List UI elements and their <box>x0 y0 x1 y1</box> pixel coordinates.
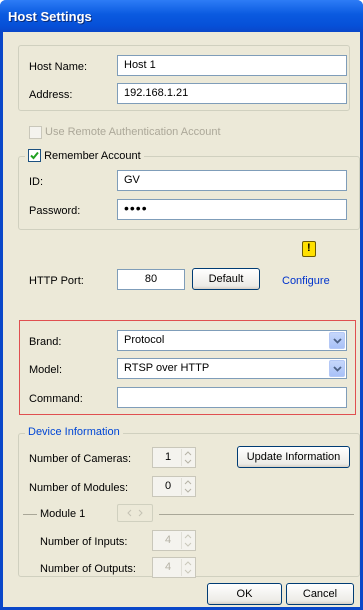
host-name-label: Host Name: <box>29 61 88 73</box>
modules-spin-arrows[interactable] <box>181 478 194 495</box>
inputs-value: 4 <box>164 534 172 546</box>
cancel-button[interactable]: Cancel <box>286 583 354 605</box>
use-remote-auth-checkbox[interactable] <box>29 126 42 139</box>
default-button[interactable]: Default <box>192 268 260 290</box>
spin-arrows-icon <box>184 480 192 493</box>
command-input[interactable] <box>117 387 347 408</box>
remember-account-legend: Remember Account <box>25 149 144 162</box>
outputs-value: 4 <box>164 561 172 573</box>
outputs-spin-arrows[interactable] <box>181 559 194 576</box>
brand-label: Brand: <box>29 336 62 348</box>
spin-arrows-icon <box>184 561 192 574</box>
module-name: Module 1 <box>40 508 86 520</box>
password-label: Password: <box>29 205 81 217</box>
id-input[interactable]: GV <box>117 170 347 191</box>
model-dropdown-arrow[interactable] <box>329 360 345 377</box>
spin-arrows-icon <box>184 534 192 547</box>
cameras-label: Number of Cameras: <box>29 453 132 465</box>
remember-account-checkbox[interactable] <box>28 149 41 162</box>
configure-link[interactable]: Configure <box>282 275 330 287</box>
model-select-value: RTSP over HTTP <box>124 362 210 374</box>
password-input[interactable]: •••• <box>117 199 347 220</box>
inputs-spinner[interactable]: 4 <box>152 530 196 551</box>
http-port-input[interactable]: 80 <box>117 269 185 290</box>
device-information-legend: Device Information <box>25 426 123 438</box>
chevron-down-icon <box>333 338 342 344</box>
ok-button[interactable]: OK <box>207 583 282 605</box>
use-remote-auth-label: Use Remote Authentication Account <box>45 126 221 138</box>
module-prev-next-icon <box>127 509 143 517</box>
exclamation-warning-icon: ! <box>302 241 316 257</box>
modules-label: Number of Modules: <box>29 482 129 494</box>
remember-account-label: Remember Account <box>44 150 141 162</box>
chevron-down-icon <box>333 366 342 372</box>
module-separator-right <box>159 514 354 515</box>
modules-spinner[interactable]: 0 <box>152 476 196 497</box>
outputs-spinner[interactable]: 4 <box>152 557 196 578</box>
http-port-label: HTTP Port: <box>29 275 84 287</box>
modules-value: 0 <box>164 480 172 492</box>
address-label: Address: <box>29 89 73 101</box>
host-settings-window: Host Settings Host Name: Host 1 Address:… <box>0 0 363 610</box>
host-name-input[interactable]: Host 1 <box>117 55 347 76</box>
inputs-spin-arrows[interactable] <box>181 532 194 549</box>
brand-select-value: Protocol <box>124 334 165 346</box>
brand-select[interactable]: Protocol <box>117 330 347 351</box>
module-nav[interactable] <box>117 504 153 522</box>
window-title: Host Settings <box>0 0 363 32</box>
brand-dropdown-arrow[interactable] <box>329 332 345 349</box>
model-select[interactable]: RTSP over HTTP <box>117 358 347 379</box>
id-label: ID: <box>29 176 44 188</box>
cameras-value: 1 <box>164 451 172 463</box>
model-label: Model: <box>29 364 63 376</box>
spin-arrows-icon <box>184 451 192 464</box>
address-input[interactable]: 192.168.1.21 <box>117 83 347 104</box>
cameras-spinner[interactable]: 1 <box>152 447 196 468</box>
cameras-spin-arrows[interactable] <box>181 449 194 466</box>
inputs-label: Number of Inputs: <box>40 536 128 548</box>
checkmark-icon <box>30 151 39 160</box>
module-separator-left <box>23 514 37 515</box>
update-information-button[interactable]: Update Information <box>237 446 350 468</box>
outputs-label: Number of Outputs: <box>40 563 136 575</box>
command-label: Command: <box>29 393 83 405</box>
